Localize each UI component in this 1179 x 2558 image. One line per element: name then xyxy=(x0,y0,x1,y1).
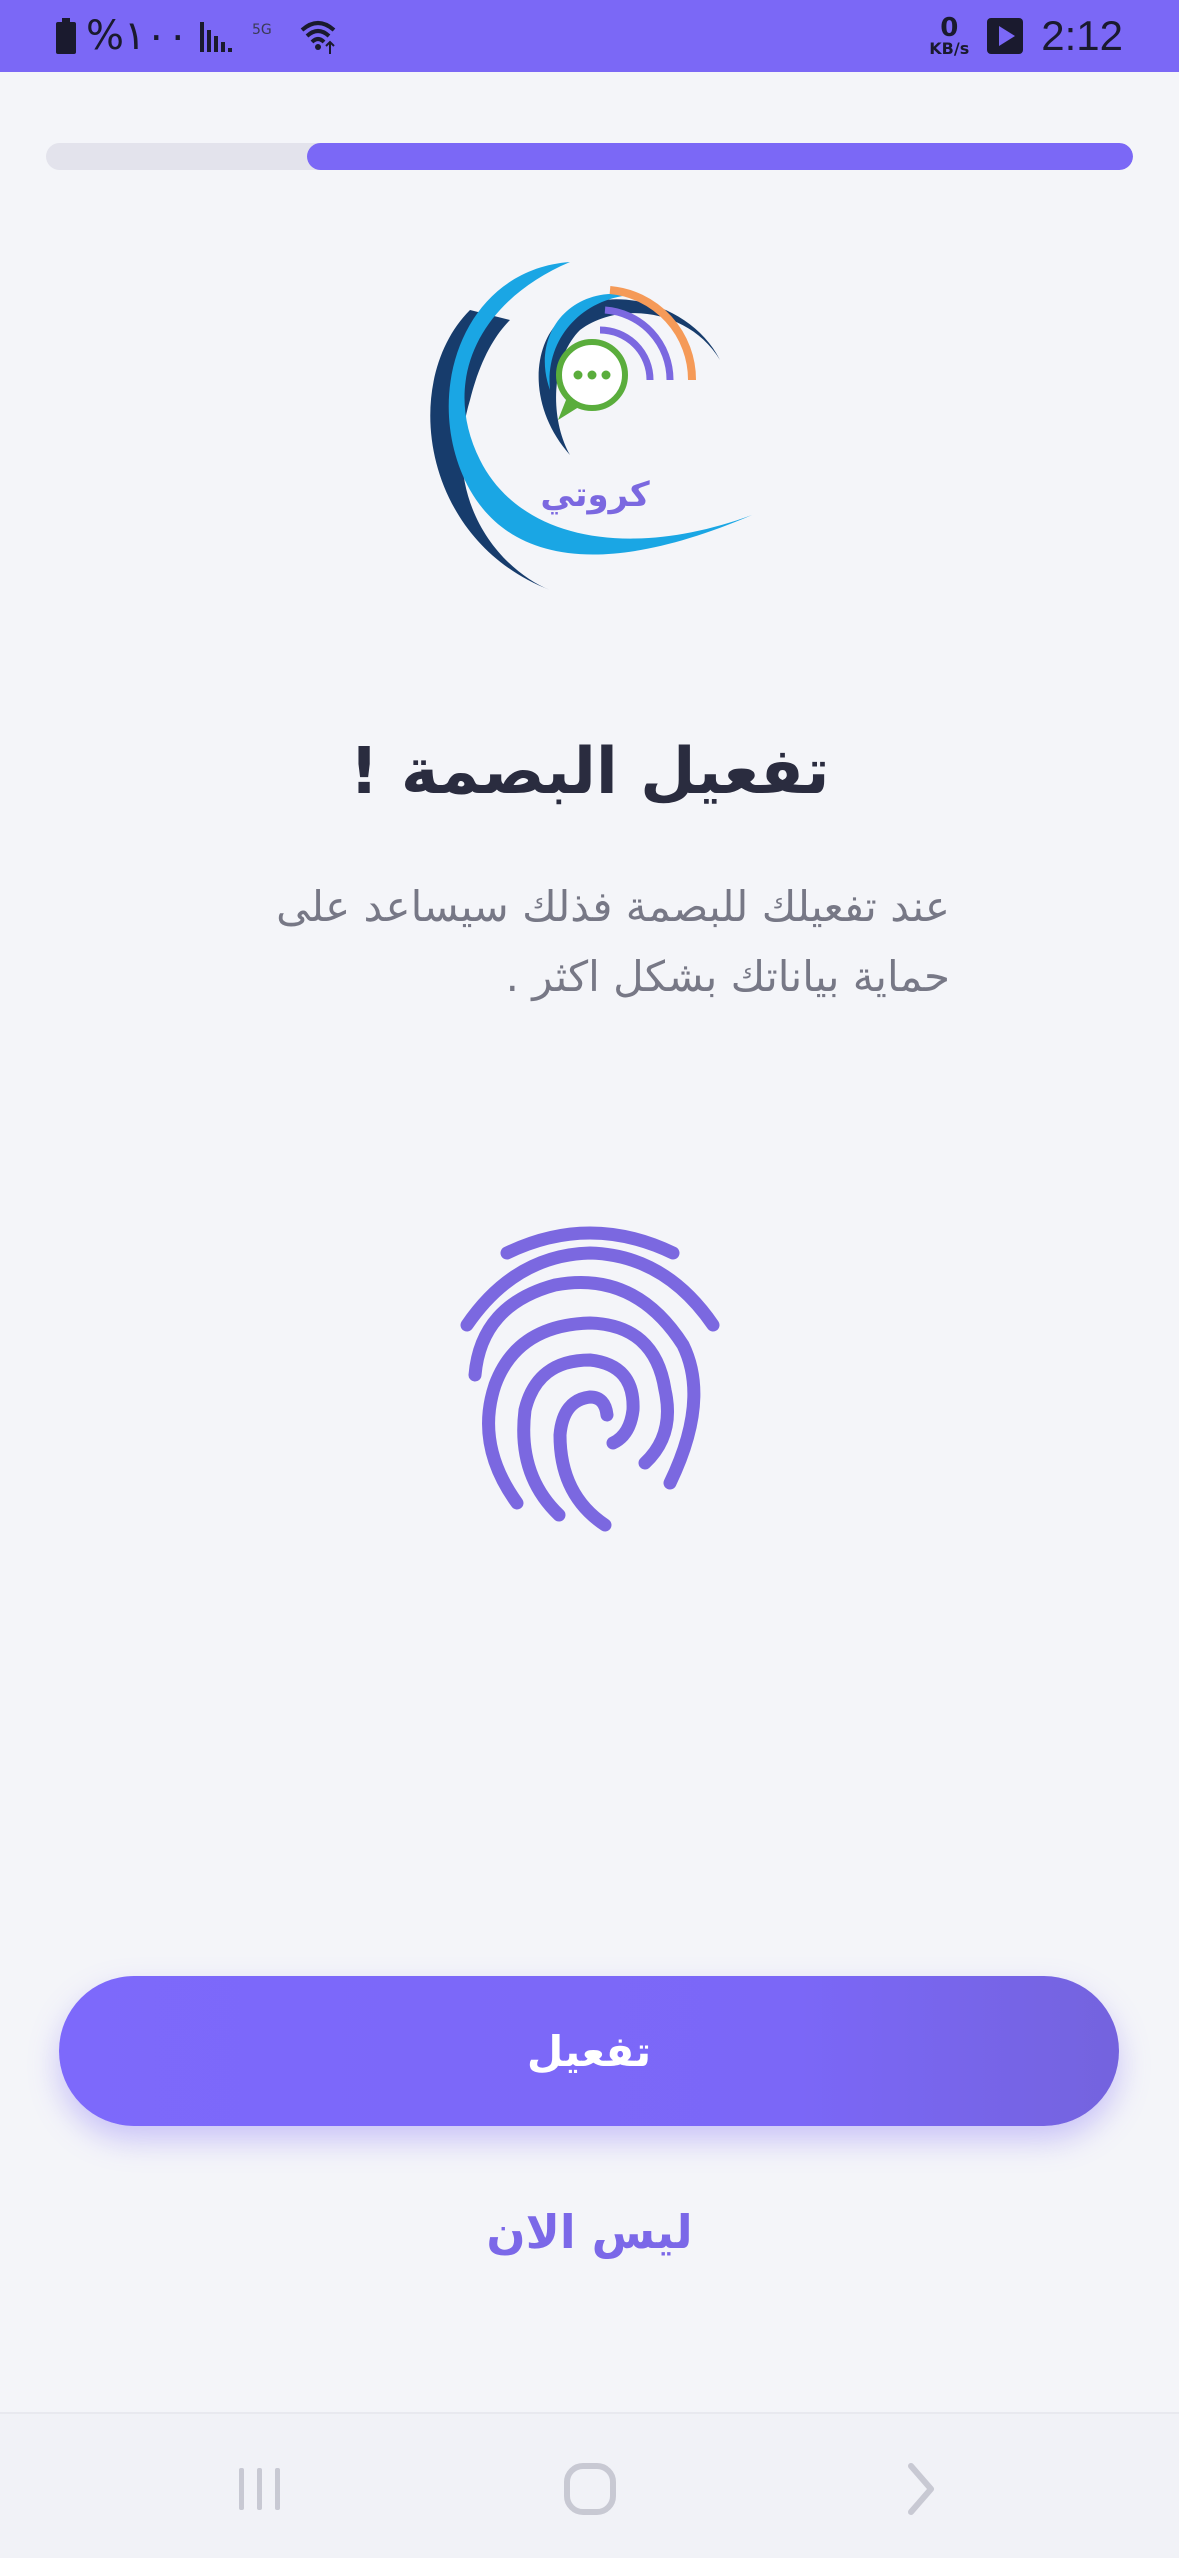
network-speed-unit: KB/s xyxy=(929,39,970,58)
progress-fill xyxy=(306,143,1133,170)
status-right: 0 KB/s 2:12 xyxy=(929,10,1123,62)
not-now-button[interactable]: ليس الان xyxy=(0,2205,1179,2259)
logo-brand-text: كروتي xyxy=(540,475,649,515)
system-nav-bar xyxy=(0,2412,1179,2558)
description-line-2: حماية بياناتك بشكل اكثر . xyxy=(505,952,950,1001)
network-speed: 0 KB/s xyxy=(929,15,969,57)
network-speed-value: 0 xyxy=(940,13,959,43)
home-icon[interactable] xyxy=(555,2454,625,2524)
mobile-data-off-icon: 5G xyxy=(252,22,272,38)
fingerprint-icon[interactable] xyxy=(455,1225,725,1535)
clock: 2:12 xyxy=(1041,12,1123,59)
back-icon[interactable] xyxy=(885,2454,955,2524)
description-line-1: عند تفعيلك للبصمة فذلك سيساعد على xyxy=(276,882,950,931)
page-title: تفعيل البصمة ! xyxy=(349,735,830,809)
status-bar: %١٠٠ 5G 0 KB/s 2:12 xyxy=(0,0,1179,72)
recents-icon[interactable] xyxy=(225,2454,295,2524)
signal-icon xyxy=(200,22,233,52)
onboarding-progress-bar xyxy=(46,143,1133,170)
app-logo: كروتي xyxy=(430,262,752,590)
status-left: %١٠٠ 5G xyxy=(56,14,338,58)
svg-text:5G: 5G xyxy=(252,22,272,38)
activate-button[interactable]: تفعيل xyxy=(59,1976,1119,2126)
battery-percentage: %١٠٠ xyxy=(86,13,189,59)
activate-button-label: تفعيل xyxy=(526,2026,652,2076)
battery-icon xyxy=(56,18,76,54)
wifi-icon xyxy=(301,21,336,54)
play-icon xyxy=(987,18,1024,54)
page-description: عند تفعيلك للبصمة فذلك سيساعد على حماية … xyxy=(190,872,950,1012)
